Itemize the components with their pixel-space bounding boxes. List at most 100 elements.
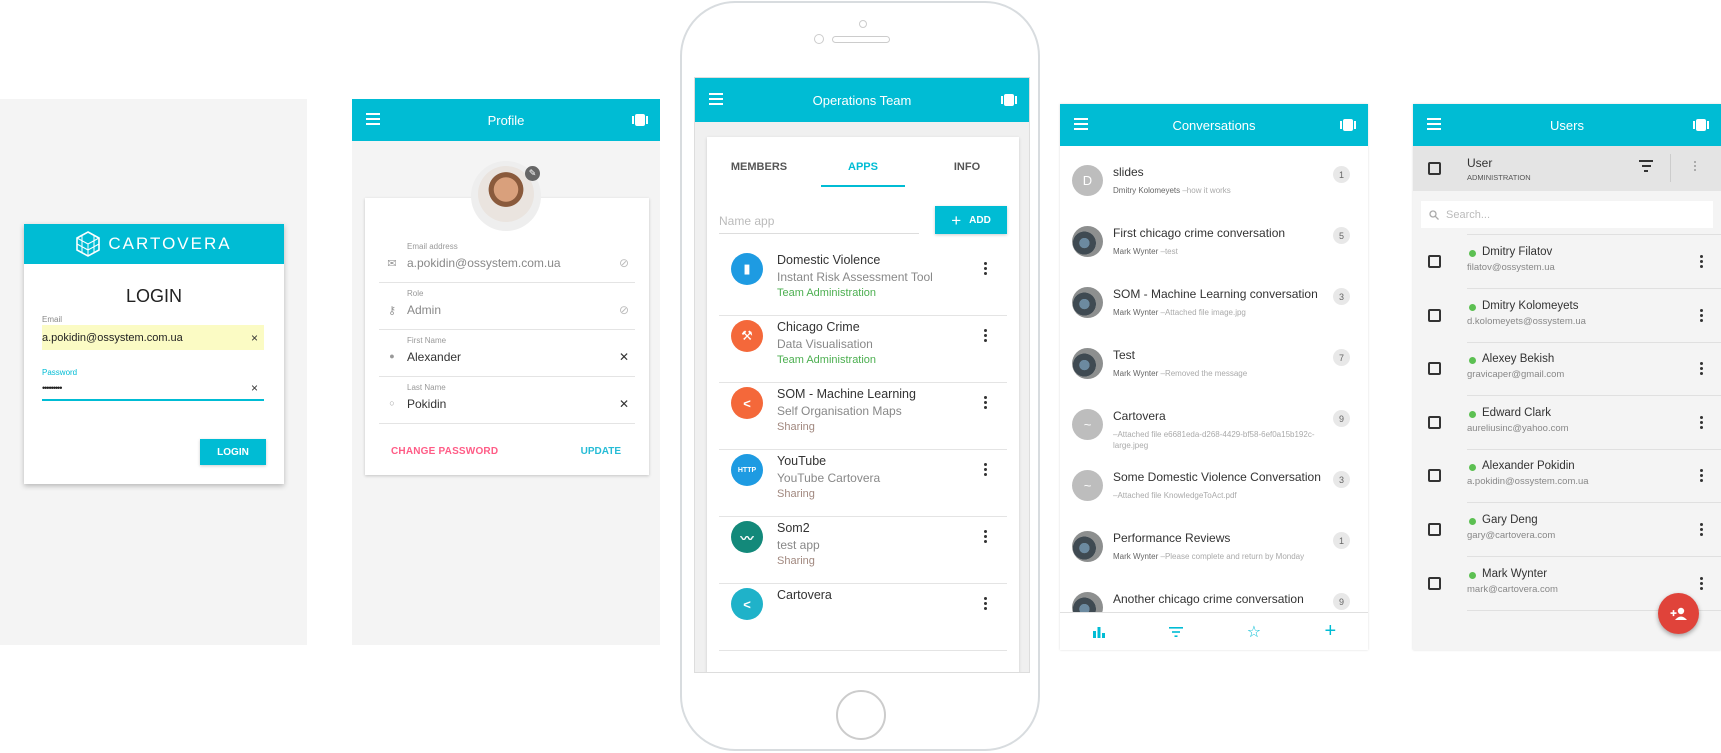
app-list-item[interactable]: < Cartovera (719, 577, 1007, 651)
user-checkbox[interactable] (1428, 362, 1441, 376)
more-options-icon[interactable] (983, 463, 987, 476)
field-label: Role (407, 289, 424, 298)
first-name-field[interactable]: First Name ● Alexander ✕ (379, 330, 635, 377)
user-checkbox[interactable] (1428, 523, 1441, 536)
menu-icon[interactable] (709, 93, 723, 105)
tab-members[interactable]: MEMBERS (707, 157, 811, 187)
edit-avatar-icon[interactable]: ✎ (525, 166, 540, 181)
user-checkbox[interactable] (1428, 308, 1441, 322)
user-list-item[interactable]: Alexander Pokidin a.pokidin@ossystem.com.… (1413, 449, 1721, 504)
user-list-item[interactable]: Edward Clark aureliusinc@yahoo.com (1413, 396, 1721, 450)
update-button[interactable]: UPDATE (581, 446, 621, 457)
online-status-icon (1469, 357, 1476, 365)
user-checkbox[interactable] (1428, 576, 1441, 590)
user-name: Gary Deng (1482, 514, 1538, 526)
clear-email-icon[interactable]: × (251, 331, 258, 345)
menu-icon[interactable] (366, 113, 380, 125)
conversation-item[interactable]: ~ Some Domestic Violence Conversation –Att… (1060, 458, 1368, 519)
conversation-item[interactable]: Dslides Dmitry Kolomeyets –how it works 1 (1060, 153, 1368, 214)
more-options-icon[interactable] (1699, 469, 1703, 483)
login-button[interactable]: LOGIN (200, 439, 266, 465)
tab-info[interactable]: INFO (915, 157, 1019, 187)
password-field[interactable]: ••••••••• × (42, 376, 264, 401)
more-options-icon[interactable] (983, 530, 987, 543)
menu-icon[interactable] (1427, 118, 1441, 130)
user-email: d.kolomeyets@ossystem.ua (1467, 315, 1586, 327)
last-name-field[interactable]: Last Name ○ Pokidin ✕ (379, 377, 635, 424)
conversation-item[interactable]: First chicago crime conversation Mark Wyn… (1060, 214, 1368, 275)
more-options-icon[interactable] (1699, 255, 1703, 268)
clear-icon[interactable]: ✕ (619, 397, 629, 411)
field-value[interactable]: Pokidin (407, 397, 446, 411)
carousel-icon[interactable] (632, 114, 648, 126)
app-list-item[interactable]: ⚒ Chicago Crime Data Visualisation Team Adm… (719, 309, 1007, 383)
tab-apps[interactable]: APPS (811, 157, 915, 187)
add-icon[interactable]: + (1325, 620, 1337, 643)
team-card: MEMBERS APPS INFO Name app + ADD ▮ Domest… (707, 137, 1019, 672)
search-input[interactable]: Search... (1421, 201, 1713, 228)
conversation-item[interactable]: ~ Cartovera –Attached file e6681eda-d268-4… (1060, 397, 1368, 458)
conversation-snippet: –Attached file e6681eda-d268-4429-bf58-6… (1113, 429, 1328, 451)
app-list-item[interactable]: 〰 Som2 test app Sharing (719, 510, 1007, 584)
more-options-icon[interactable] (983, 597, 987, 610)
carousel-icon[interactable] (1340, 119, 1356, 131)
conversation-item[interactable]: Test Mark Wynter –Removed the message 7 (1060, 336, 1368, 397)
more-options-icon[interactable] (983, 262, 987, 275)
more-options-icon[interactable] (983, 329, 987, 342)
clear-password-icon[interactable]: × (251, 381, 258, 395)
change-password-button[interactable]: CHANGE PASSWORD (391, 446, 498, 457)
last-message: –Removed the message (1158, 369, 1248, 378)
conversation-item[interactable]: SOM - Machine Learning conversation Mark … (1060, 275, 1368, 336)
more-options-icon[interactable] (1699, 308, 1703, 322)
password-value: ••••••••• (42, 382, 62, 393)
share-icon: < (731, 588, 763, 620)
app-tag: Team Administration (777, 287, 877, 299)
team-screen: Operations Team MEMBERS APPS INFO Name a… (694, 77, 1030, 673)
more-options-icon[interactable] (1699, 415, 1703, 429)
more-options-icon[interactable] (983, 396, 987, 409)
filter-icon[interactable] (1639, 160, 1653, 175)
user-list-item[interactable]: Gary Deng gary@cartovera.com (1413, 503, 1721, 557)
online-status-icon (1469, 410, 1476, 418)
unread-count-badge: 3 (1333, 471, 1350, 488)
user-email: aureliusinc@yahoo.com (1467, 422, 1569, 434)
home-button[interactable] (836, 690, 886, 740)
online-status-icon (1469, 571, 1476, 579)
filter-icon[interactable] (1169, 626, 1184, 638)
menu-icon[interactable] (1074, 118, 1088, 130)
conversations-app-bar: Conversations (1060, 104, 1368, 146)
more-options-icon[interactable] (1699, 362, 1703, 376)
more-options-icon[interactable] (1693, 161, 1697, 171)
app-list-item[interactable]: ▮ Domestic Violence Instant Risk Assessmen… (719, 242, 1007, 316)
add-app-button[interactable]: + ADD (935, 206, 1007, 234)
app-list-item[interactable]: < SOM - Machine Learning Self Organisation… (719, 376, 1007, 450)
user-checkbox[interactable] (1428, 469, 1441, 483)
conversation-item[interactable]: Performance Reviews Mark Wynter –Please c… (1060, 519, 1368, 580)
user-checkbox[interactable] (1428, 415, 1441, 429)
author: Mark Wynter (1113, 247, 1159, 256)
user-list-item[interactable]: Dmitry Kolomeyets d.kolomeyets@ossystem.u… (1413, 289, 1721, 343)
more-options-icon[interactable] (1699, 576, 1703, 590)
carousel-icon[interactable] (1001, 94, 1017, 106)
unread-count-badge: 1 (1333, 532, 1350, 549)
person-icon: ● (389, 351, 395, 361)
last-message: –Attached file KnowledgeToAct.pdf (1113, 491, 1237, 500)
disabled-icon: ⊘ (618, 303, 629, 317)
name-app-input[interactable]: Name app (719, 212, 919, 234)
user-checkbox[interactable] (1428, 255, 1441, 268)
select-all-checkbox[interactable] (1428, 162, 1441, 175)
email-field[interactable]: a.pokidin@ossystem.com.ua × (42, 325, 264, 350)
carousel-icon[interactable] (1693, 119, 1709, 131)
more-options-icon[interactable] (1699, 523, 1703, 536)
user-email: gravicaper@gmail.com (1467, 369, 1565, 381)
user-list-item[interactable]: Alexey Bekish gravicaper@gmail.com (1413, 342, 1721, 397)
clear-icon[interactable]: ✕ (619, 350, 629, 364)
field-value[interactable]: Alexander (407, 350, 461, 364)
chart-icon[interactable] (1092, 626, 1106, 638)
add-user-button[interactable] (1658, 593, 1699, 634)
app-list-item[interactable]: HTTP YouTube YouTube Cartovera Sharing (719, 443, 1007, 517)
app-name: Domestic Violence (777, 253, 881, 267)
star-icon[interactable]: ☆ (1247, 622, 1261, 642)
user-list-item[interactable]: Dmitry Filatov filatov@ossystem.ua (1413, 235, 1721, 289)
conversations-screen: Conversations Dslides Dmitry Kolomeyets –… (1060, 104, 1368, 650)
